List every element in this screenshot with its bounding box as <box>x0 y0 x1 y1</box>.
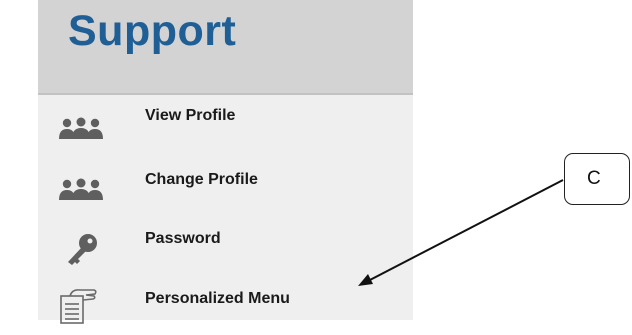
annotation-callout: C <box>564 153 630 205</box>
users-icon <box>56 169 106 209</box>
callout-text: C <box>587 168 601 189</box>
menu-item-label: Password <box>145 230 221 247</box>
panel-header: Support <box>38 0 413 95</box>
menu-item-password[interactable]: Password <box>38 218 413 274</box>
menu-item-personalized-menu[interactable]: Personalized Menu <box>38 276 413 332</box>
menu-item-label: Personalized Menu <box>145 290 290 307</box>
menu-item-view-profile[interactable]: View Profile <box>38 98 413 154</box>
menu-item-label: View Profile <box>145 107 236 124</box>
menu-item-change-profile[interactable]: Change Profile <box>38 159 413 215</box>
key-icon <box>56 228 106 268</box>
users-icon <box>56 108 106 148</box>
support-panel: Support View Profile Change Profile Pass… <box>38 0 413 324</box>
panel-title: Support <box>68 7 237 55</box>
hand-document-icon <box>56 286 106 326</box>
menu-item-label: Change Profile <box>145 171 258 188</box>
